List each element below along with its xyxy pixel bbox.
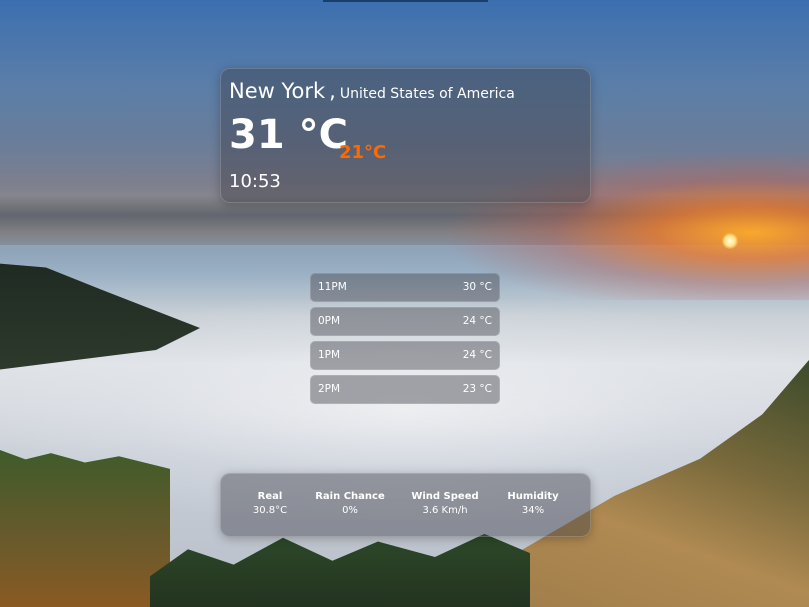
hour-temperature: 23 °C (462, 383, 492, 395)
hourly-forecast: 11PM 30 °C 0PM 24 °C 1PM 24 °C 2PM 23 °C (310, 273, 500, 409)
location: New York, United States of America (229, 79, 515, 103)
stat-value: 34% (521, 505, 545, 516)
hour-temperature: 24 °C (462, 315, 492, 327)
hour-time: 2PM (318, 383, 341, 395)
hour-temperature: 30 °C (462, 281, 492, 293)
stat-wind-speed: Wind Speed 3.6 Km/h (400, 491, 490, 516)
stat-label: Rain Chance (315, 491, 385, 502)
sun (722, 233, 738, 249)
stat-value: 0% (342, 505, 358, 516)
stat-rain-chance: Rain Chance 0% (305, 491, 395, 516)
current-temperature: 31 °C (229, 112, 348, 158)
current-time: 10:53 (229, 171, 281, 192)
stat-humidity: Humidity 34% (488, 491, 578, 516)
hour-time: 0PM (318, 315, 341, 327)
top-strip (323, 0, 488, 2)
hourly-item: 1PM 24 °C (310, 341, 500, 370)
stat-label: Real (257, 491, 283, 502)
stat-real: Real 30.8°C (225, 491, 315, 516)
hour-time: 11PM (318, 281, 347, 293)
stat-value: 3.6 Km/h (422, 505, 468, 516)
stat-label: Wind Speed (411, 491, 479, 502)
feels-like-temperature: 21°C (339, 142, 387, 163)
current-weather-card: New York, United States of America 31 °C … (220, 68, 591, 203)
weather-stats-card: Real 30.8°C Rain Chance 0% Wind Speed 3.… (220, 473, 591, 537)
hour-time: 1PM (318, 349, 341, 361)
stat-value: 30.8°C (252, 505, 288, 516)
hour-temperature: 24 °C (462, 349, 492, 361)
hourly-item: 2PM 23 °C (310, 375, 500, 404)
location-separator: , (329, 79, 336, 103)
stat-label: Humidity (507, 491, 559, 502)
left-forest (0, 450, 170, 607)
city-name: New York (229, 79, 326, 103)
hourly-item: 0PM 24 °C (310, 307, 500, 336)
country-name: United States of America (339, 86, 515, 102)
hourly-item: 11PM 30 °C (310, 273, 500, 302)
